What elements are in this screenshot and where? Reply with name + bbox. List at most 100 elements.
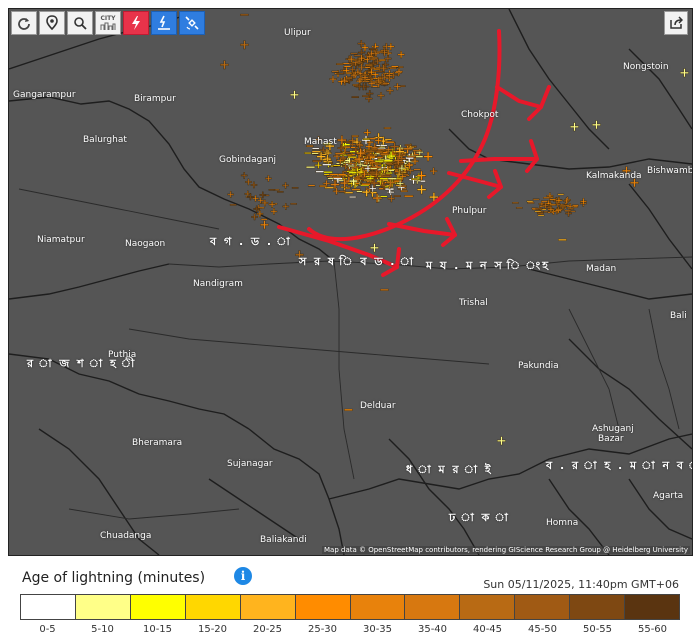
place-label: Agarta — [653, 491, 684, 501]
legend-swatch — [21, 595, 76, 619]
legend-bin-label: 35-40 — [417, 624, 448, 635]
place-label: Pakundia — [518, 361, 559, 371]
lightning-strike: − — [515, 203, 523, 214]
place-label: Mahast — [304, 137, 337, 147]
lightning-strike: + — [579, 197, 587, 208]
legend-title: Age of lightning (minutes) — [22, 570, 206, 586]
lightning-strike: + — [374, 134, 383, 147]
place-label: Bazar — [598, 434, 624, 444]
lightning-map[interactable]: − + − − + + + + + + + − − − + − − − + + − − − + − + + + − − − − − − − − + + + +… — [8, 8, 693, 556]
place-label: Madan — [586, 264, 617, 274]
legend-swatch — [130, 595, 186, 619]
legend-color-bar — [20, 594, 680, 620]
lightning-strike: − — [343, 403, 354, 418]
lightning-strike: − — [353, 49, 362, 62]
legend-bin-label: 0-5 — [39, 624, 56, 635]
location-button[interactable] — [39, 11, 65, 35]
legend-bin-label: 55-60 — [637, 624, 668, 635]
place-label: Balurghat — [83, 135, 127, 145]
city-button[interactable]: CITY — [95, 11, 121, 35]
detector-button[interactable] — [151, 11, 177, 35]
detector-icon — [158, 15, 170, 30]
info-icon[interactable]: i — [234, 567, 252, 585]
region-label: ম য . ম ন স ি ংহ — [426, 259, 551, 272]
red-arrow — [495, 85, 543, 109]
lightning-strike: + — [396, 177, 405, 190]
lightning-strike: − — [290, 199, 298, 210]
share-button[interactable] — [664, 11, 688, 35]
lightning-strike: − — [239, 9, 250, 23]
lightning-strike: − — [379, 283, 390, 298]
legend-bin-label: 30-35 — [362, 624, 393, 635]
place-label: Chuadanga — [100, 531, 152, 541]
place-label: Birampur — [134, 94, 176, 104]
legend-bin-label: 10-15 — [142, 624, 173, 635]
legend-swatch — [625, 595, 680, 619]
lightning-strike: + — [246, 192, 254, 203]
lightning-strike: − — [379, 190, 388, 203]
lightning-strike: + — [323, 152, 332, 165]
lightning-strike: + — [259, 218, 270, 233]
lightning-strike: − — [535, 204, 543, 215]
red-arrow — [459, 157, 539, 163]
lightning-strike: + — [281, 180, 289, 191]
lightning-strike: − — [328, 167, 340, 183]
lightning-strike: + — [264, 173, 272, 184]
map-attribution: Map data © OpenStreetMap contributors, r… — [322, 546, 690, 554]
legend-swatch — [240, 595, 296, 619]
place-label: Baliakandi — [260, 535, 307, 545]
legend-bin-label: 45-50 — [527, 624, 558, 635]
red-arrow — [525, 139, 539, 173]
place-label: Nandigram — [193, 279, 243, 289]
red-arrow — [387, 222, 457, 237]
lightning-strike: + — [250, 180, 258, 191]
legend-swatch — [570, 595, 626, 619]
lightning-strike: + — [679, 66, 690, 81]
lightning-strike: + — [289, 88, 300, 103]
lightning-strike: − — [559, 201, 567, 212]
lightning-strike: − — [318, 180, 327, 193]
lightning-strike: + — [227, 190, 235, 201]
lightning-strike: − — [362, 133, 371, 146]
lightning-strike: − — [385, 166, 394, 179]
zoom-icon — [74, 17, 87, 30]
lightning-strike: + — [351, 144, 360, 157]
lightning-strike: + — [268, 200, 276, 211]
lightning-strike: + — [282, 201, 290, 212]
lightning-strike: − — [338, 152, 347, 165]
lightning-strike: − — [375, 46, 384, 59]
zoom-button[interactable] — [67, 11, 93, 35]
place-label: Chokpot — [461, 110, 499, 120]
legend-swatch — [350, 595, 406, 619]
legend-bin-label: 50-55 — [582, 624, 613, 635]
timestamp: Sun 05/11/2025, 11:40pm GMT+06 — [483, 578, 679, 591]
place-label: Nongstoin — [623, 62, 669, 72]
lightning-button[interactable] — [123, 11, 149, 35]
lightning-strike: − — [268, 185, 276, 196]
legend-swatch — [405, 595, 461, 619]
lightning-strike: + — [239, 38, 250, 53]
legend-labels: 0-5 5-10 10-15 15-20 20-25 25-30 30-35 35-40 40-… — [20, 624, 680, 635]
satellite-button[interactable] — [179, 11, 205, 35]
lightning-strike: − — [229, 200, 237, 211]
lightning-strike: + — [360, 71, 369, 84]
lightning-strike: − — [291, 183, 299, 194]
refresh-button[interactable] — [11, 11, 37, 35]
region-label: ধ া ম র া ই — [406, 463, 493, 476]
legend-swatch — [460, 595, 516, 619]
place-label: Gangarampur — [13, 90, 76, 100]
lightning-strike: − — [557, 233, 568, 248]
legend-bin-label: 15-20 — [197, 624, 228, 635]
lightning-strike: + — [569, 120, 580, 135]
legend-bin-label: 25-30 — [307, 624, 338, 635]
lightning-strike: − — [307, 179, 316, 192]
lightning-strike: − — [403, 189, 415, 205]
lightning-strike: + — [240, 171, 248, 182]
legend-swatch — [185, 595, 241, 619]
lightning-strike: + — [257, 196, 265, 207]
legend-swatch — [295, 595, 351, 619]
lightning-strike: − — [335, 58, 344, 71]
lightning-strike: − — [352, 172, 361, 185]
region-label: ব . র া হ . ম া ন ব া ড . ি — [546, 459, 692, 472]
lightning-strike: + — [393, 80, 402, 93]
